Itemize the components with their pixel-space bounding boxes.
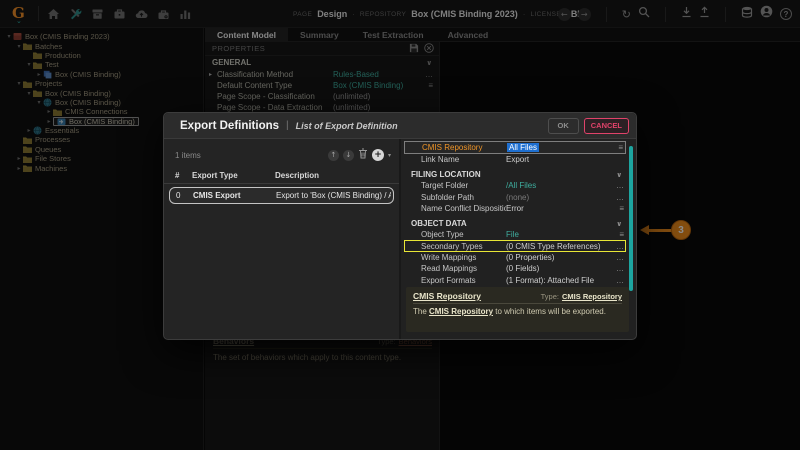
chevron-down-icon: ∨ xyxy=(616,171,622,179)
property-value: (0 Properties) xyxy=(506,253,610,262)
help-description-link[interactable]: CMIS Repository xyxy=(429,307,493,316)
property-value: (0 CMIS Type References) xyxy=(506,242,610,251)
move-up-icon[interactable]: ↑ xyxy=(328,150,339,161)
ellipsis-icon[interactable]: … xyxy=(610,264,624,273)
property-value: /All Files xyxy=(506,181,610,190)
property-label: Secondary Types xyxy=(421,242,506,251)
menu-icon[interactable]: ≡ xyxy=(609,143,623,152)
property-label: Export Formats xyxy=(421,276,506,285)
add-icon[interactable]: + xyxy=(372,149,384,161)
property-row-name-conflict-disposition[interactable]: Name Conflict DispositionError≡ xyxy=(401,203,636,214)
chevron-down-icon: ∨ xyxy=(616,220,622,228)
section-object-data[interactable]: OBJECT DATA ∨ xyxy=(401,214,636,229)
list-header: #Export TypeDescription xyxy=(164,167,399,184)
property-row-secondary-types[interactable]: Secondary Types(0 CMIS Type References)… xyxy=(404,240,626,251)
property-label: Target Folder xyxy=(421,181,506,190)
ellipsis-icon[interactable]: … xyxy=(610,242,624,251)
add-menu-caret-icon[interactable]: ▾ xyxy=(388,152,391,159)
menu-icon[interactable]: ≡ xyxy=(610,230,624,239)
dialog-title: Export Definitions xyxy=(180,120,279,132)
export-definitions-dialog: Export Definitions | List of Export Defi… xyxy=(163,112,637,340)
property-help-box: CMIS Repository Type: CMIS Repository Th… xyxy=(406,287,629,332)
property-value: All Files xyxy=(507,143,609,152)
ellipsis-icon[interactable]: … xyxy=(610,253,624,262)
menu-icon[interactable]: ≡ xyxy=(610,204,624,213)
property-row-write-mappings[interactable]: Write Mappings(0 Properties)… xyxy=(401,252,636,263)
ellipsis-icon[interactable]: … xyxy=(610,193,624,202)
property-row-link-name[interactable]: Link NameExport xyxy=(401,154,636,165)
property-row-read-mappings[interactable]: Read Mappings(0 Fields)… xyxy=(401,263,636,274)
cancel-button[interactable]: CANCEL xyxy=(584,118,629,134)
title-separator: | xyxy=(286,120,289,131)
list-toolbar: ↑ ↓ + ▾ xyxy=(328,146,391,164)
section-label: FILING LOCATION xyxy=(411,170,481,179)
property-label: Subfolder Path xyxy=(421,193,506,202)
section-filing-location[interactable]: FILING LOCATION ∨ xyxy=(401,165,636,180)
column-header: # xyxy=(175,171,192,180)
move-down-icon[interactable]: ↓ xyxy=(343,150,354,161)
column-header: Export Type xyxy=(192,171,275,180)
cell: Export to 'Box (CMIS Binding) / All File… xyxy=(276,191,391,200)
ok-button[interactable]: OK xyxy=(548,118,579,134)
item-count: 1 items xyxy=(175,151,201,160)
property-value: (none) xyxy=(506,193,610,202)
export-definition-list: 1 items ↑ ↓ + ▾ #Export TypeDescription 0CM… xyxy=(164,139,401,339)
property-value: (0 Fields) xyxy=(506,264,610,273)
property-row-export-formats[interactable]: Export Formats(1 Format): Attached File… xyxy=(401,274,636,285)
dialog-subtitle: List of Export Definition xyxy=(296,121,398,131)
delete-icon[interactable] xyxy=(358,146,368,164)
section-label: OBJECT DATA xyxy=(411,219,467,228)
selected-text: All Files xyxy=(507,143,539,152)
property-value: Export xyxy=(506,155,610,164)
type-value-link[interactable]: CMIS Repository xyxy=(562,292,622,301)
cell: 0 xyxy=(176,191,193,200)
property-row-cmis-repository[interactable]: CMIS RepositoryAll Files ≡ xyxy=(404,141,626,154)
property-row-target-folder[interactable]: Target Folder/All Files… xyxy=(401,180,636,191)
type-label: Type: xyxy=(541,292,559,301)
list-rows: 0CMIS ExportExport to 'Box (CMIS Binding… xyxy=(164,187,399,204)
ellipsis-icon[interactable]: … xyxy=(610,181,624,190)
property-value: Error xyxy=(506,204,610,213)
app-window: G ⌄ PAGE Design · REPOSITORY Box (CMIS B… xyxy=(0,0,800,450)
property-value: (1 Format): Attached File xyxy=(506,276,610,285)
help-description: The CMIS Repository to which items will … xyxy=(413,304,622,316)
property-label: CMIS Repository xyxy=(422,143,507,152)
property-label: Link Name xyxy=(421,155,506,164)
property-label: Write Mappings xyxy=(421,253,506,262)
scrollbar[interactable] xyxy=(629,146,633,291)
help-title-link[interactable]: CMIS Repository xyxy=(413,291,481,301)
cell: CMIS Export xyxy=(193,191,276,200)
property-row-object-type[interactable]: Object TypeFile≡ xyxy=(401,229,636,240)
export-definition-row[interactable]: 0CMIS ExportExport to 'Box (CMIS Binding… xyxy=(169,187,394,204)
export-property-grid: CMIS RepositoryAll Files≡Link NameExport… xyxy=(401,139,636,339)
property-label: Object Type xyxy=(421,230,506,239)
property-row-subfolder-path[interactable]: Subfolder Path(none)… xyxy=(401,192,636,203)
property-value: File xyxy=(506,230,610,239)
property-label: Name Conflict Disposition xyxy=(421,204,506,213)
ellipsis-icon[interactable]: … xyxy=(610,276,624,285)
dialog-header: Export Definitions | List of Export Defi… xyxy=(164,113,636,139)
column-header: Description xyxy=(275,171,393,180)
property-label: Read Mappings xyxy=(421,264,506,273)
